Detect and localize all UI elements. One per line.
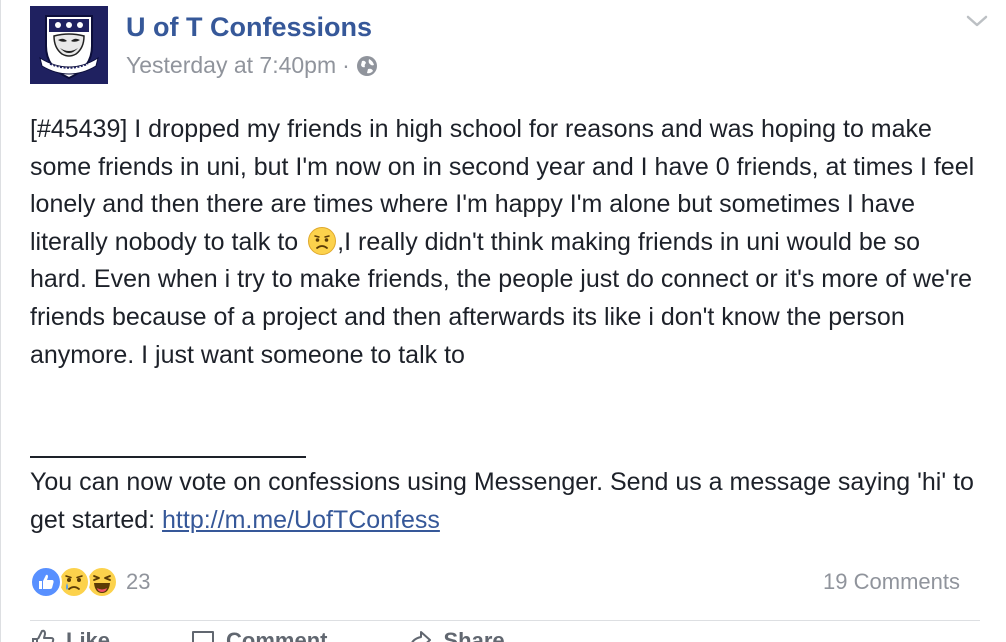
text-divider bbox=[30, 456, 306, 458]
post-meta: Yesterday at 7:40pm · bbox=[126, 52, 378, 79]
globe-icon[interactable] bbox=[356, 55, 378, 77]
like-reaction-icon bbox=[30, 566, 62, 598]
post-header: U of T Confessions Yesterday at 7:40pm · bbox=[30, 6, 990, 86]
comment-icon bbox=[192, 631, 215, 642]
sad-face-emoji-icon bbox=[308, 226, 337, 255]
share-icon bbox=[411, 631, 432, 642]
like-button[interactable]: Like bbox=[30, 628, 110, 642]
share-label: Share bbox=[443, 628, 505, 642]
post-actions: Like Comment Share bbox=[30, 628, 980, 642]
meta-separator: · bbox=[342, 52, 350, 78]
comment-button[interactable]: Comment bbox=[190, 628, 327, 642]
chevron-down-icon[interactable] bbox=[964, 10, 990, 32]
post-body: [#45439] I dropped my friends in high sc… bbox=[30, 111, 980, 374]
actions-divider bbox=[30, 620, 980, 621]
thumbs-up-icon bbox=[32, 629, 55, 642]
comment-label: Comment bbox=[226, 628, 328, 642]
page-avatar[interactable] bbox=[30, 6, 108, 84]
sad-reaction-icon bbox=[58, 566, 90, 598]
post-card: U of T Confessions Yesterday at 7:40pm ·… bbox=[0, 0, 1006, 642]
haha-reaction-icon bbox=[86, 566, 118, 598]
share-button[interactable]: Share bbox=[407, 628, 505, 642]
comments-count-link[interactable]: 19 Comments bbox=[823, 569, 960, 595]
post-timestamp[interactable]: Yesterday at 7:40pm bbox=[126, 52, 336, 79]
page-name-link[interactable]: U of T Confessions bbox=[126, 12, 372, 43]
reaction-count[interactable]: 23 bbox=[126, 569, 150, 595]
crest-logo-icon bbox=[30, 6, 108, 84]
like-label: Like bbox=[66, 628, 111, 642]
messenger-link[interactable]: http://m.me/UofTConfess bbox=[162, 506, 440, 534]
reactions-summary[interactable]: 23 bbox=[30, 565, 150, 599]
post-footer: You can now vote on confessions using Me… bbox=[30, 464, 980, 539]
